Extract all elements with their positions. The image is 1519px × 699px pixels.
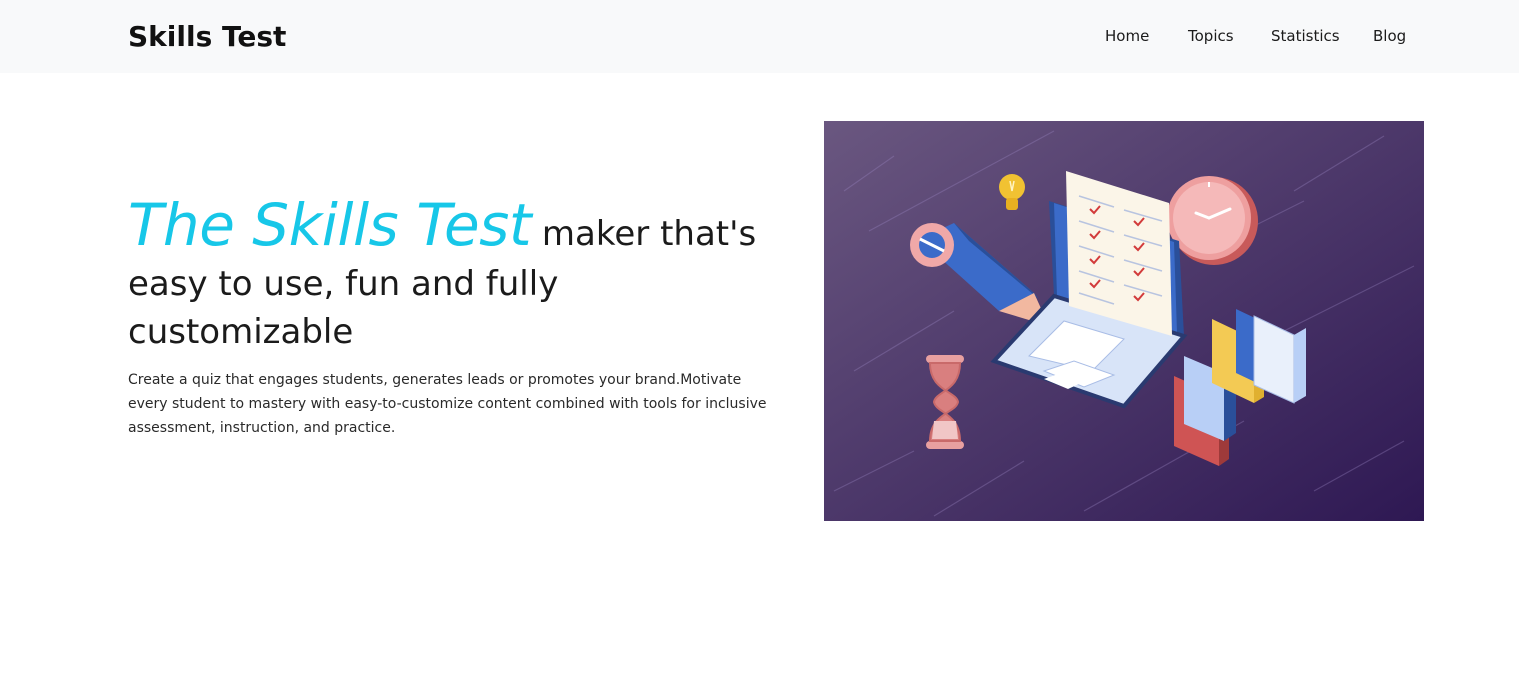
nav-link-statistics[interactable]: Statistics <box>1271 25 1340 47</box>
navbar: Skills Test Home Topics Statistics Blog <box>0 0 1519 73</box>
hero-heading: The Skills Test maker that's easy to use… <box>128 190 788 356</box>
hero-section: The Skills Test maker that's easy to use… <box>128 190 788 440</box>
hero-illustration <box>824 121 1424 521</box>
nav-link-topics[interactable]: Topics <box>1188 25 1234 47</box>
quiz-illustration <box>824 121 1424 521</box>
hero-heading-accent: The Skills Test <box>128 191 532 259</box>
hero-description: Create a quiz that engages students, gen… <box>128 372 767 436</box>
nav-link-blog[interactable]: Blog <box>1373 25 1406 47</box>
nav-links: Home Topics Statistics Blog <box>0 25 1519 49</box>
nav-link-home[interactable]: Home <box>1105 25 1149 47</box>
